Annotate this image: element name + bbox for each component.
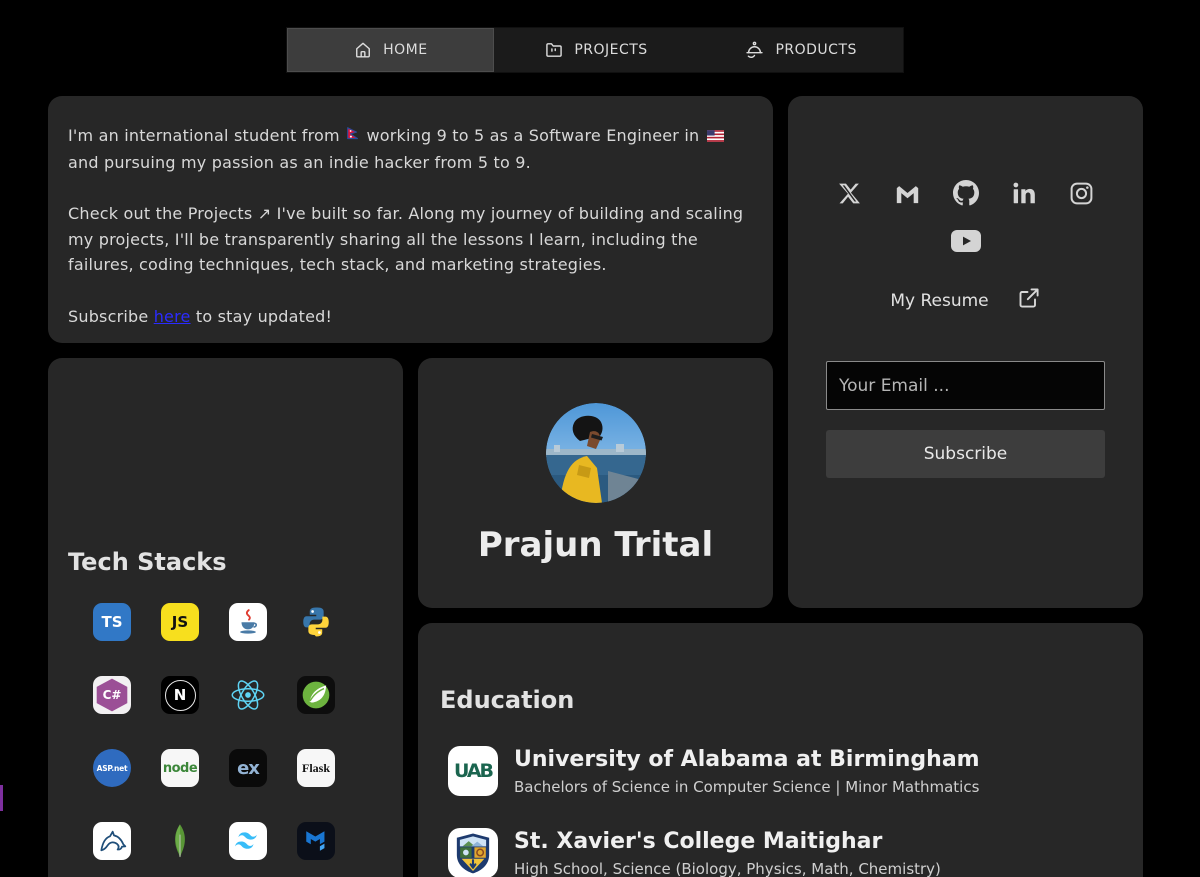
tech-stacks-card: Tech Stacks TS JS C# N ASP.net node ex F… [48, 358, 403, 877]
tab-products-label: PRODUCTS [775, 42, 856, 58]
intro-paragraph-1: I'm an international student from workin… [68, 123, 753, 175]
python-icon [297, 603, 335, 641]
intro-p1-text-a: I'm an international student from [68, 126, 340, 145]
x-twitter-icon[interactable] [837, 181, 862, 206]
youtube-icon[interactable] [951, 230, 981, 252]
uab-logo: UAB [448, 746, 498, 796]
tab-products[interactable]: PRODUCTS [698, 28, 903, 72]
flask-glyph: Flask [302, 761, 330, 776]
linkedin-icon[interactable] [1011, 180, 1037, 206]
material-ui-icon [297, 822, 335, 860]
nodejs-glyph: node [163, 761, 197, 776]
external-link-icon [1017, 286, 1041, 315]
top-navigation: HOME PROJECTS PRODUCTS [287, 28, 903, 72]
tab-projects-label: PROJECTS [574, 42, 647, 58]
csharp-hexagon: C# [95, 678, 129, 712]
nextjs-glyph: N [174, 686, 187, 704]
express-glyph: ex [237, 758, 259, 779]
java-icon [229, 603, 267, 641]
avatar [546, 403, 646, 503]
flask-icon: Flask [297, 749, 335, 787]
gmail-icon[interactable] [894, 182, 921, 205]
tab-projects[interactable]: PROJECTS [494, 28, 699, 72]
education-item-uab: UAB University of Alabama at Birmingham … [448, 746, 1143, 796]
education-card: Education UAB University of Alabama at B… [418, 623, 1143, 877]
email-input[interactable] [826, 361, 1105, 410]
social-sidebar-card: My Resume Subscribe [788, 96, 1143, 608]
nextjs-ring: N [165, 680, 196, 711]
react-icon [229, 676, 267, 714]
intro-p1-text-c: and pursuing my passion as an indie hack… [68, 153, 531, 172]
education-degree-detail: Bachelors of Science in Computer Science… [514, 778, 980, 796]
tab-home[interactable]: HOME [287, 28, 494, 72]
nepal-flag-icon [347, 124, 359, 150]
subscribe-here-link[interactable]: here [154, 307, 191, 326]
education-school-name: St. Xavier's College Maitighar [514, 829, 941, 854]
github-icon[interactable] [953, 180, 979, 206]
intro-p3-text-a: Subscribe [68, 307, 148, 326]
education-title: Education [440, 686, 1143, 714]
typescript-icon: TS [93, 603, 131, 641]
intro-p3-text-b: to stay updated! [196, 307, 332, 326]
tech-grid: TS JS C# N ASP.net node ex Flask [78, 603, 403, 860]
tab-home-label: HOME [383, 42, 427, 58]
intro-paragraph-3: Subscribe here to stay updated! [68, 304, 753, 330]
folder-icon [544, 40, 564, 60]
javascript-glyph: JS [172, 613, 188, 631]
serving-dish-icon [744, 40, 765, 61]
education-school-name: University of Alabama at Birmingham [514, 747, 980, 772]
education-item-st-xavier: St. Xavier's College Maitighar High Scho… [448, 828, 1143, 877]
intro-paragraph-2: Check out the Projects ↗ I've built so f… [68, 201, 753, 278]
aspnet-icon: ASP.net [93, 749, 131, 787]
mysql-icon [93, 822, 131, 860]
csharp-glyph: C# [103, 688, 122, 702]
profile-name: Prajun Trital [418, 525, 773, 565]
nodejs-icon: node [161, 749, 199, 787]
javascript-icon: JS [161, 603, 199, 641]
instagram-icon[interactable] [1069, 181, 1094, 206]
typescript-glyph: TS [101, 613, 122, 631]
tailwind-icon [229, 822, 267, 860]
aspnet-glyph: ASP.net [97, 764, 128, 773]
st-xavier-crest-logo [448, 828, 498, 877]
resume-label: My Resume [890, 291, 988, 311]
social-icons-row [788, 180, 1143, 206]
express-icon: ex [229, 749, 267, 787]
left-edge-artifact [0, 785, 3, 811]
profile-card: Prajun Trital [418, 358, 773, 608]
intro-card: I'm an international student from workin… [48, 96, 773, 343]
us-flag-icon [707, 124, 724, 150]
home-icon [353, 40, 373, 60]
education-degree-detail: High School, Science (Biology, Physics, … [514, 860, 941, 877]
subscribe-button[interactable]: Subscribe [826, 430, 1105, 478]
nextjs-icon: N [161, 676, 199, 714]
resume-link[interactable]: My Resume [890, 286, 1040, 315]
intro-p1-text-b: working 9 to 5 as a Software Engineer in [366, 126, 699, 145]
mongodb-icon [161, 822, 199, 860]
tech-stacks-title: Tech Stacks [68, 548, 403, 576]
social-icons-row-2 [788, 230, 1143, 252]
csharp-icon: C# [93, 676, 131, 714]
uab-logo-glyph: UAB [454, 760, 492, 782]
spring-icon [297, 676, 335, 714]
